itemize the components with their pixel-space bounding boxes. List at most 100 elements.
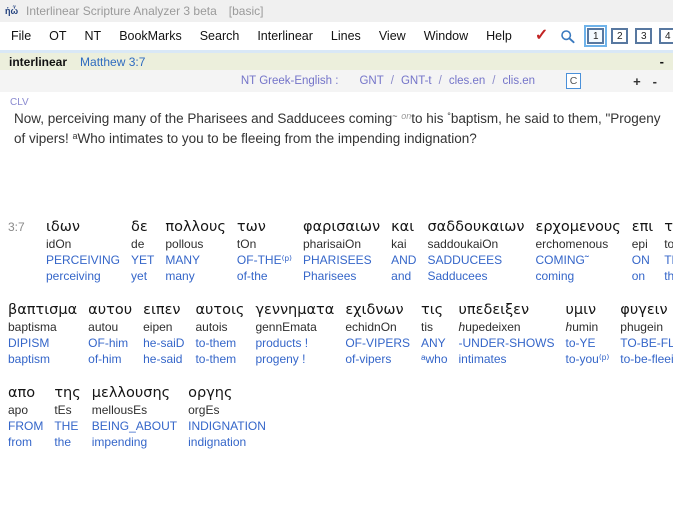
interlinear-word[interactable]: γεννηματαgennEmataproducts !progeny !: [255, 301, 334, 367]
word-gl: SADDUCEES: [427, 252, 524, 268]
interlinear-word[interactable]: πολλουςpollousMANYmany: [165, 218, 226, 284]
content-area: CLV Now, perceiving many of the Pharisee…: [0, 92, 673, 450]
view-button-2[interactable]: 2: [611, 28, 628, 44]
word-tr: kai: [391, 237, 416, 252]
word-gk: ερχομενους: [536, 218, 621, 237]
menu-nt[interactable]: NT: [76, 29, 111, 43]
menu-interlinear[interactable]: Interlinear: [248, 29, 322, 43]
word-en: coming: [536, 268, 621, 284]
source-separator: /: [391, 75, 394, 87]
word-gk: βαπτισμα: [8, 301, 77, 320]
word-gl: to-them: [195, 335, 244, 351]
zoom-out-button[interactable]: -: [647, 74, 663, 89]
word-gl: FROM: [8, 418, 43, 434]
interlinear-word[interactable]: ερχομενουςerchomenousCOMING˜coming: [536, 218, 621, 284]
word-tr: eipen: [143, 320, 184, 335]
interlinear-word[interactable]: επιepiONon: [632, 218, 653, 284]
source-separator: /: [492, 75, 495, 87]
word-gk: αυτου: [88, 301, 132, 320]
menu-ot[interactable]: OT: [40, 29, 75, 43]
check-icon[interactable]: ✓: [535, 28, 548, 44]
word-en: indignation: [188, 434, 266, 450]
menu-view[interactable]: View: [370, 29, 415, 43]
interlinear-grid: 3:7 ιδωνidOnPERCEIVINGperceiving δεdeYETye…: [8, 218, 673, 450]
word-en: to-them: [195, 351, 244, 367]
zoom-in-button[interactable]: +: [627, 74, 647, 89]
interlinear-row: αποapoFROMfrom τηςtEsTHEthe μελλουσηςmello…: [8, 384, 673, 450]
interlinear-word[interactable]: υπεδειξενhupedeixen-UNDER-SHOWSintimates: [459, 301, 555, 367]
word-en: intimates: [459, 351, 555, 367]
interlinear-word[interactable]: εχιδνωνechidnOnOF-VIPERSof-vipers: [345, 301, 410, 367]
word-gk: ιδων: [46, 218, 120, 237]
interlinear-word[interactable]: φυγεινphugeinTO-BE-FLEEINGto-be-fleeing: [620, 301, 673, 367]
word-tr: to: [664, 237, 673, 252]
word-tr: autou: [88, 320, 132, 335]
word-gl: PERCEIVING: [46, 252, 120, 268]
source-gnt[interactable]: GNT: [359, 75, 383, 87]
interlinear-word[interactable]: αυτουautouOF-himof-him: [88, 301, 132, 367]
interlinear-word[interactable]: σαδδουκαιωνsaddoukaiOnSADDUCEESSadducees: [427, 218, 524, 284]
menu-file[interactable]: File: [2, 29, 40, 43]
source-gnt-t[interactable]: GNT-t: [401, 75, 432, 87]
interlinear-word[interactable]: μελλουσηςmellousEsBEING_ABOUTimpending: [92, 384, 177, 450]
search-icon[interactable]: [560, 29, 575, 44]
interlinear-word[interactable]: τωνtOnOF-THE⁽ᵖ⁾of-the: [237, 218, 292, 284]
word-tr: de: [131, 237, 154, 252]
source-cles-en[interactable]: cles.en: [449, 75, 485, 87]
word-gl: INDIGNATION: [188, 418, 266, 434]
interlinear-word[interactable]: αυτοιςautoisto-themto-them: [195, 301, 244, 367]
word-en: he-said: [143, 351, 184, 367]
view-button-3[interactable]: 3: [635, 28, 652, 44]
interlinear-word[interactable]: ιδωνidOnPERCEIVINGperceiving: [46, 218, 120, 284]
interlinear-word[interactable]: οργηςorgEsINDIGNATIONindignation: [188, 384, 266, 450]
source-separator: /: [439, 75, 442, 87]
interlinear-row: βαπτισμαbaptismaDIPISMbaptismαυτουautouO…: [8, 301, 673, 367]
word-tr: pharisaiOn: [303, 237, 380, 252]
interlinear-word[interactable]: βαπτισμαbaptismaDIPISMbaptism: [8, 301, 77, 367]
word-tr: autois: [195, 320, 244, 335]
verse-ref: 3:7: [8, 218, 35, 234]
interlinear-word[interactable]: υμινhuminto-YEto-you⁽ᵖ⁾: [566, 301, 610, 367]
word-gl: -UNDER-SHOWS: [459, 335, 555, 351]
current-reference[interactable]: Matthew 3:7: [80, 55, 145, 69]
word-gk: πολλους: [165, 218, 226, 237]
interlinear-word[interactable]: τιςtisANYᵃwho: [421, 301, 447, 367]
c-toggle-button[interactable]: C: [566, 73, 581, 89]
menu-search[interactable]: Search: [191, 29, 249, 43]
word-gl: AND: [391, 252, 416, 268]
word-en: to-you⁽ᵖ⁾: [566, 351, 610, 367]
word-en: on: [632, 268, 653, 284]
interlinear-word[interactable]: τηςtEsTHEthe: [54, 384, 80, 450]
view-button-4[interactable]: 4: [659, 28, 673, 44]
menu-help[interactable]: Help: [477, 29, 521, 43]
word-gl: to-YE: [566, 335, 610, 351]
interlinear-word[interactable]: αποapoFROMfrom: [8, 384, 43, 450]
word-gk: και: [391, 218, 416, 237]
interlinear-row: 3:7 ιδωνidOnPERCEIVINGperceiving δεdeYETye…: [8, 218, 673, 284]
menu-bookmarks[interactable]: BookMarks: [110, 29, 191, 43]
word-gk: φυγειν: [620, 301, 673, 320]
word-tr: apo: [8, 403, 43, 418]
menubar: File OT NT BookMarks Search Interlinear …: [0, 22, 673, 50]
verse-text: Now, perceiving many of the Pharisees an…: [14, 109, 663, 150]
interlinear-word[interactable]: δεdeYETyet: [131, 218, 154, 284]
view-button-1[interactable]: 1: [587, 28, 604, 44]
word-gl: OF-THE⁽ᵖ⁾: [237, 252, 292, 268]
interlinear-word[interactable]: τοtoTHEthe: [664, 218, 673, 284]
interlinear-word[interactable]: ειπενeipenhe-saiDhe-said: [143, 301, 184, 367]
interlinear-word[interactable]: φαρισαιωνpharisaiOnPHARISEESPharisees: [303, 218, 380, 284]
word-tr: epi: [632, 237, 653, 252]
word-gl: OF-him: [88, 335, 132, 351]
collapse-button[interactable]: -: [660, 54, 664, 69]
source-clis-en[interactable]: clis.en: [502, 75, 535, 87]
word-tr: orgEs: [188, 403, 266, 418]
word-en: from: [8, 434, 43, 450]
word-gl: products !: [255, 335, 334, 351]
menu-window[interactable]: Window: [415, 29, 477, 43]
menu-lines[interactable]: Lines: [322, 29, 370, 43]
interlinear-word[interactable]: καιkaiANDand: [391, 218, 416, 284]
superscript-tilde: ~: [392, 111, 397, 121]
word-gk: απο: [8, 384, 43, 403]
titlebar: ἡὦ Interlinear Scripture Analyzer 3 beta…: [0, 0, 673, 22]
word-tr: echidnOn: [345, 320, 410, 335]
